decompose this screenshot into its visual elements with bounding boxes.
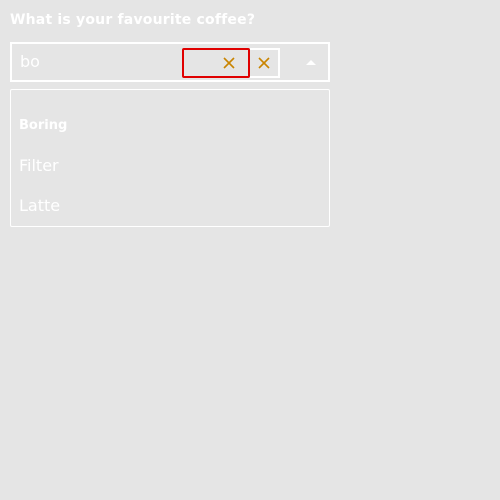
combobox-input[interactable]: bo: [20, 52, 40, 71]
listbox-option[interactable]: Latte: [19, 196, 60, 215]
coffee-combobox[interactable]: bo: [10, 42, 330, 82]
toggle-button[interactable]: [294, 48, 328, 78]
clear-button-secondary[interactable]: [250, 48, 280, 78]
group-heading: Boring: [19, 118, 68, 133]
clear-button[interactable]: [182, 48, 250, 78]
chevron-up-icon: [306, 59, 316, 65]
close-icon: [258, 57, 270, 69]
close-icon: [223, 57, 235, 69]
listbox-option[interactable]: Filter: [19, 156, 59, 175]
options-listbox: Boring Filter Latte: [10, 89, 330, 227]
page: What is your favourite coffee? bo Boring…: [0, 0, 500, 500]
field-label: What is your favourite coffee?: [10, 12, 256, 28]
